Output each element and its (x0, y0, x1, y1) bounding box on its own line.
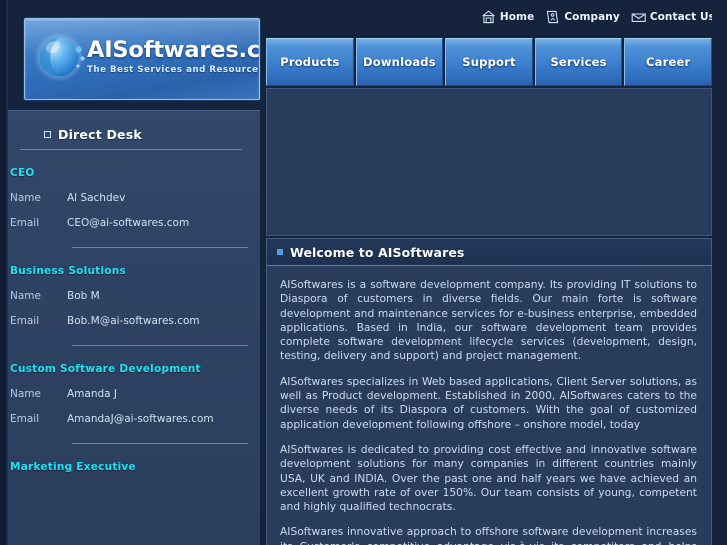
contact-email[interactable]: Bob.M@ai-softwares.com (67, 315, 200, 327)
page-title: Welcome to AISoftwares (290, 244, 465, 260)
contact-name-row: Name Amanda J (10, 388, 252, 400)
section-title: CEO (10, 167, 35, 179)
contact-name: Al Sachdev (67, 192, 126, 204)
section-divider (72, 247, 248, 248)
topnav-item-company[interactable]: Company (545, 10, 620, 24)
name-label: Name (10, 192, 41, 204)
contact-name: Amanda J (67, 388, 118, 400)
content-paragraph: AISoftwares is dedicated to providing co… (280, 442, 697, 514)
contact-email-row: Email AmandaJ@ai-softwares.com (10, 413, 252, 425)
section-divider (72, 443, 248, 444)
section-title: Business Solutions (10, 265, 126, 277)
email-label: Email (10, 315, 40, 327)
contact-email-row: Email CEO@ai-softwares.com (10, 217, 252, 229)
right-edge-strip (712, 0, 727, 545)
logo-title: AISoftwares.com (87, 37, 260, 63)
contact-name-row: Name Al Sachdev (10, 192, 252, 204)
content-paragraph: AISoftwares innovative approach to offsh… (280, 525, 697, 545)
nav-button-downloads[interactable]: Downloads (355, 38, 444, 86)
section-divider (72, 345, 248, 346)
topnav-label: Contact Us (649, 11, 715, 23)
topnav-label: Company (564, 11, 620, 23)
topnav-label: Home (499, 11, 535, 23)
contact-name-row: Name Bob M (10, 290, 252, 302)
envelope-icon (631, 10, 646, 24)
square-bullet-icon (277, 249, 283, 255)
site-logo[interactable]: AISoftwares.com The Best Services and Re… (24, 18, 260, 100)
section-title: Marketing Executive (10, 461, 136, 473)
home-icon (481, 10, 496, 24)
main-content-panel: Welcome to AISoftwares AISoftwares is a … (266, 238, 712, 545)
nav-button-products[interactable]: Products (266, 38, 354, 86)
nav-button-support[interactable]: Support (445, 38, 533, 86)
sidebar-heading: Direct Desk (20, 127, 242, 150)
section-title: Custom Software Development (10, 363, 201, 375)
top-quick-nav: Home Company Contact Us (481, 7, 715, 27)
page-root: Home Company Contact Us AISoftwares.c Th… (0, 0, 727, 545)
sidebar-section-ceo: CEO Name Al Sachdev Email CEO@ai-softwar… (10, 167, 252, 248)
content-heading: Welcome to AISoftwares (267, 239, 711, 266)
sidebar-section-custom-software-development: Custom Software Development Name Amanda … (10, 363, 252, 444)
sidebar-heading-label: Direct Desk (58, 127, 142, 142)
content-paragraph: AISoftwares is a software development co… (280, 278, 697, 363)
sidebar: Direct Desk CEO Name Al Sachdev Email CE… (8, 110, 260, 545)
square-bullet-icon (44, 131, 51, 138)
logo-tagline: The Best Services and Resources! (87, 65, 260, 75)
content-body: AISoftwares is a software development co… (267, 266, 711, 545)
topnav-item-home[interactable]: Home (481, 10, 534, 24)
banner-area (266, 88, 712, 236)
contact-email[interactable]: CEO@ai-softwares.com (67, 217, 189, 229)
email-label: Email (10, 217, 40, 229)
contact-name: Bob M (67, 290, 100, 302)
sidebar-section-marketing-executive: Marketing Executive (10, 461, 252, 473)
name-label: Name (10, 290, 41, 302)
contact-email[interactable]: AmandaJ@ai-softwares.com (67, 413, 214, 425)
sidebar-section-business-solutions: Business Solutions Name Bob M Email Bob.… (10, 265, 252, 346)
email-label: Email (10, 413, 40, 425)
logo-text-block: AISoftwares.com The Best Services and Re… (87, 37, 259, 75)
content-paragraph: AISoftwares specializes in Web based app… (280, 374, 697, 431)
nav-button-career[interactable]: Career (624, 38, 712, 86)
document-person-icon (545, 10, 560, 24)
name-label: Name (10, 388, 41, 400)
nav-button-services[interactable]: Services (534, 38, 623, 86)
main-navigation: Products Downloads Support Services Care… (266, 38, 712, 86)
contact-email-row: Email Bob.M@ai-softwares.com (10, 315, 252, 327)
topnav-item-contact-us[interactable]: Contact Us (631, 10, 715, 24)
globe-sphere-icon (33, 28, 91, 86)
